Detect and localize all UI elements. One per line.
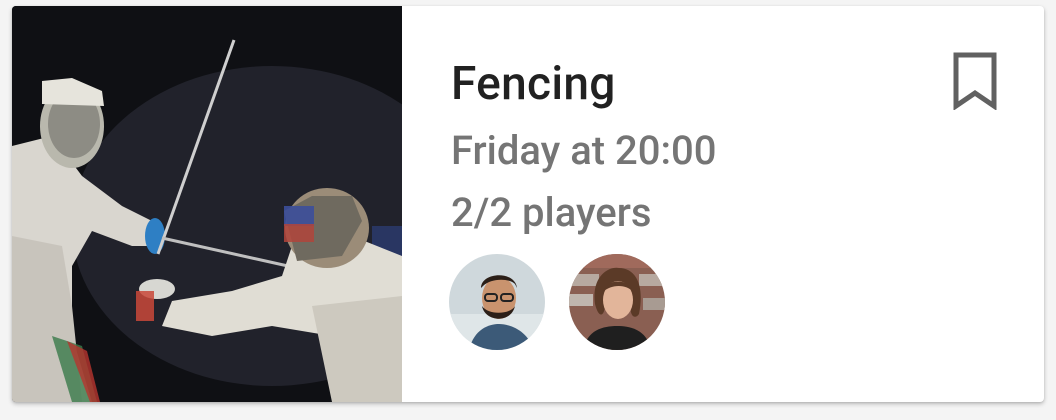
player-avatars	[449, 254, 665, 350]
event-card[interactable]: Fencing Friday at 20:00 2/2 players	[12, 6, 1044, 402]
event-datetime: Friday at 20:00	[451, 127, 717, 174]
avatar[interactable]	[569, 254, 665, 350]
bookmark-outline-icon	[953, 52, 997, 110]
avatar[interactable]	[449, 254, 545, 350]
event-title: Fencing	[451, 57, 616, 111]
fencing-photo	[12, 6, 402, 402]
player-count: 2/2 players	[451, 189, 652, 236]
event-details: Fencing Friday at 20:00 2/2 players	[402, 6, 1044, 402]
bookmark-button[interactable]	[952, 52, 998, 110]
